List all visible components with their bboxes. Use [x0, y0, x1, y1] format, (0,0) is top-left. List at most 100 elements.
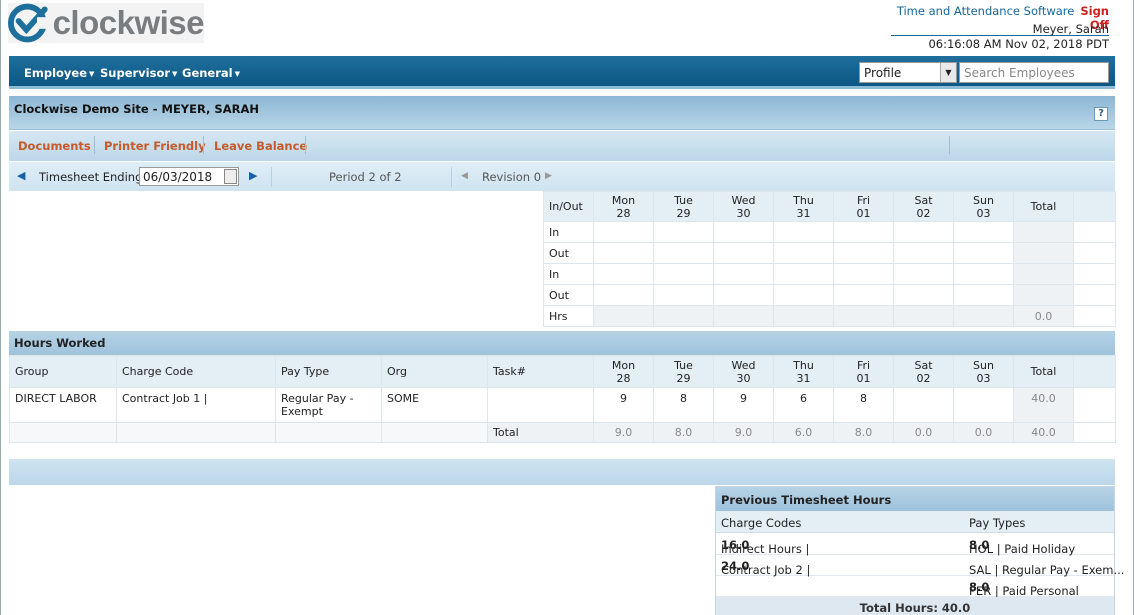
hours-cell[interactable]: 8 [833, 387, 894, 423]
totals-row: Total 9.0 8.0 9.0 6.0 8.0 0.0 0.0 40.0 [9, 422, 1116, 443]
punch-cell[interactable] [653, 221, 714, 243]
punch-cell[interactable] [593, 263, 654, 285]
punch-cell[interactable] [713, 284, 774, 306]
punch-cell[interactable] [893, 221, 954, 243]
punch-cell[interactable] [713, 221, 774, 243]
punch-cell[interactable] [593, 284, 654, 306]
documents-link[interactable]: Documents [18, 139, 91, 153]
punch-cell[interactable] [953, 263, 1014, 285]
previous-timesheet-panel: Previous Timesheet Hours Charge Codes Pa… [715, 486, 1124, 615]
hours-worked-bar: Hours Worked [9, 331, 1115, 355]
current-datetime: 06:16:08 AM Nov 02, 2018 PDT [928, 37, 1109, 51]
calendar-icon[interactable] [224, 169, 237, 184]
nav-employee-menu[interactable]: Employee ▼ [24, 66, 94, 80]
action-links-bar: Documents Printer Friendly Leave Balance [9, 131, 1115, 161]
pay-type-cell: Regular Pay - Exempt [275, 387, 382, 423]
hours-cell[interactable]: 9 [593, 387, 654, 423]
table-row[interactable]: DIRECT LABOR Contract Job 1 | Regular Pa… [9, 387, 1116, 423]
section-divider-bar [9, 459, 1115, 485]
hours-worked-table: Group Charge Code Pay Type Org Task# Mon… [9, 355, 1116, 443]
timesheet-ending-date-input[interactable]: 06/03/2018 [139, 167, 239, 186]
day-total-cell: 6.0 [773, 422, 834, 443]
total-cell [1013, 263, 1074, 285]
software-link[interactable]: Time and Attendance Software [897, 4, 1075, 18]
charge-code-entry: Indirect Hours | 16.0 [721, 538, 810, 556]
profile-select[interactable]: Profile ▼ [859, 62, 957, 83]
blank-cell [116, 422, 276, 443]
clockwise-logo[interactable]: clockwise [8, 3, 205, 43]
day-header: Wed 30 [713, 191, 774, 222]
punch-cell[interactable] [713, 263, 774, 285]
punch-cell[interactable] [833, 263, 894, 285]
app-window: clockwise Time and Attendance Software Si… [0, 0, 1134, 615]
hours-cell[interactable]: 6 [773, 387, 834, 423]
nav-supervisor-menu[interactable]: Supervisor ▼ [100, 66, 177, 80]
day-total-cell: 8.0 [653, 422, 714, 443]
help-icon[interactable]: ? [1094, 107, 1108, 121]
punch-cell[interactable] [653, 284, 714, 306]
hours-cell[interactable] [893, 387, 954, 423]
spacer-cell [1073, 242, 1116, 264]
day-header: Tue 29 [653, 355, 714, 388]
previous-revision-icon[interactable]: ◀ [461, 171, 468, 181]
total-header: Total [1013, 191, 1074, 222]
day-total-cell: 0.0 [893, 422, 954, 443]
punch-cell[interactable] [773, 221, 834, 243]
spacer-cell [1073, 387, 1116, 423]
hours-cell[interactable]: 8 [653, 387, 714, 423]
day-total-cell: 9.0 [713, 422, 774, 443]
printer-friendly-link[interactable]: Printer Friendly [104, 139, 206, 153]
punch-row: In [543, 263, 1116, 285]
previous-timesheet-icon[interactable]: ◀ [17, 169, 25, 182]
punch-cell[interactable] [833, 284, 894, 306]
grand-total-cell: 40.0 [1013, 422, 1074, 443]
hours-cell[interactable]: 9 [713, 387, 774, 423]
day-header: Sun 03 [953, 355, 1014, 388]
col-charge-code: Charge Code [116, 355, 276, 388]
punch-cell[interactable] [653, 242, 714, 264]
punch-cell[interactable] [773, 284, 834, 306]
punch-cell[interactable] [893, 284, 954, 306]
punch-cell[interactable] [593, 242, 654, 264]
nav-general-menu[interactable]: General ▼ [182, 66, 240, 80]
clockwise-logo-icon [8, 3, 51, 43]
punch-row: In [543, 221, 1116, 243]
leave-balance-link[interactable]: Leave Balance [214, 139, 307, 153]
row-label: Out [543, 284, 594, 306]
punch-cell[interactable] [953, 242, 1014, 264]
task-cell [487, 387, 594, 423]
group-cell: DIRECT LABOR [9, 387, 117, 423]
hours-cell[interactable] [953, 387, 1014, 423]
divider [451, 167, 452, 187]
day-header: Mon 28 [593, 355, 654, 388]
punch-cell[interactable] [833, 242, 894, 264]
next-revision-icon[interactable]: ▶ [545, 171, 552, 181]
hrs-cell [773, 305, 834, 327]
spacer-cell [1073, 305, 1116, 327]
punch-cell[interactable] [893, 242, 954, 264]
punch-cell[interactable] [593, 221, 654, 243]
charge-codes-header: Charge Codes [721, 516, 802, 530]
chevron-down-icon: ▼ [89, 70, 95, 78]
punch-cell[interactable] [953, 284, 1014, 306]
punch-row: Out [543, 284, 1116, 306]
previous-total-hours: Total Hours: 40.0 [716, 597, 1114, 615]
employee-search-input[interactable]: Search Employees [959, 62, 1109, 83]
punch-cell[interactable] [893, 263, 954, 285]
previous-timesheet-title: Previous Timesheet Hours [716, 487, 1114, 511]
day-header: Fri 01 [833, 355, 894, 388]
row-label: Hrs [543, 305, 594, 327]
revision-indicator: Revision 0 [482, 170, 542, 184]
punch-cell[interactable] [713, 242, 774, 264]
punch-cell[interactable] [773, 263, 834, 285]
next-timesheet-icon[interactable]: ▶ [249, 169, 257, 182]
chevron-down-icon[interactable]: ▼ [940, 63, 956, 82]
punch-cell[interactable] [653, 263, 714, 285]
list-item: Indirect Hours | 16.0 HOL | Paid Holiday… [716, 534, 1114, 556]
day-header: Thu 31 [773, 355, 834, 388]
punch-cell[interactable] [773, 242, 834, 264]
blank-cell [9, 422, 117, 443]
punch-cell[interactable] [833, 221, 894, 243]
punch-cell[interactable] [953, 221, 1014, 243]
period-indicator: Period 2 of 2 [329, 170, 402, 184]
